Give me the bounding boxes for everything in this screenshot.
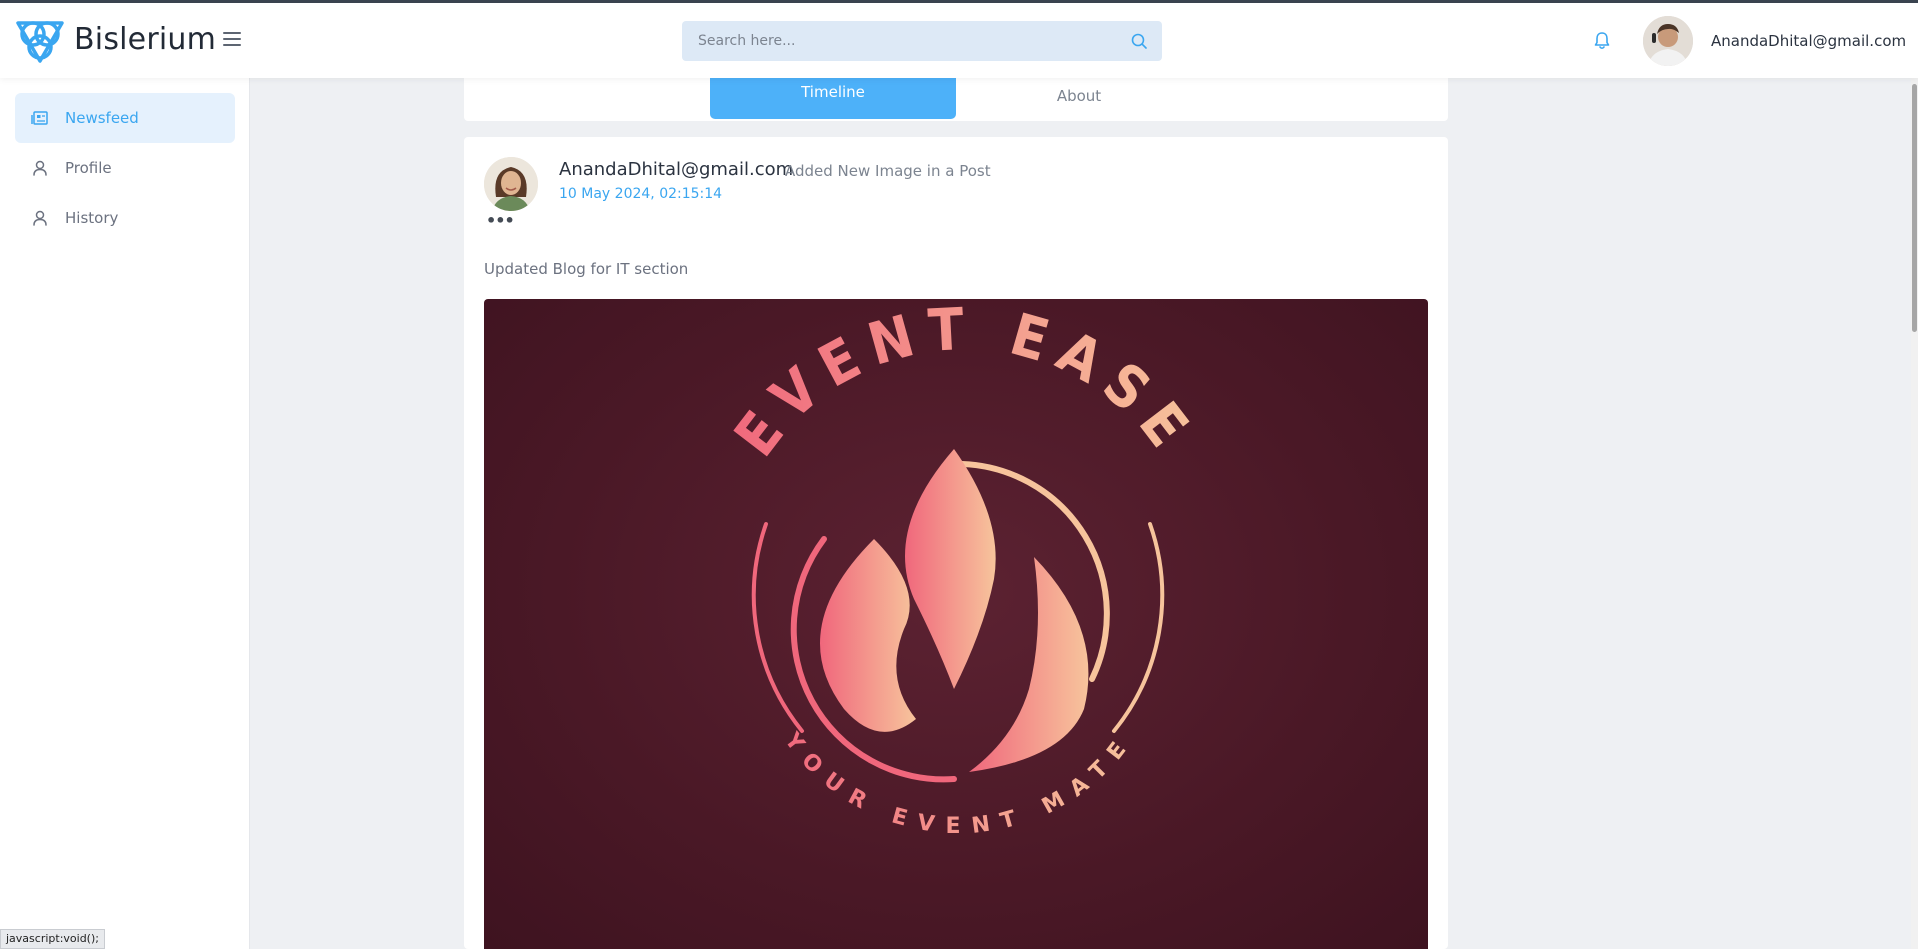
sidebar-item-newsfeed[interactable]: Newsfeed <box>15 93 235 143</box>
svg-text:YOUR EVENT MATE: YOUR EVENT MATE <box>779 727 1139 838</box>
menu-toggle-icon[interactable] <box>223 31 243 49</box>
sidebar-item-profile[interactable]: Profile <box>15 143 235 193</box>
user-icon <box>31 159 49 181</box>
post-author[interactable]: AnandaDhital@gmail.com <box>559 159 793 180</box>
brand-logo[interactable] <box>14 17 66 65</box>
sidebar-item-history[interactable]: History <box>15 193 235 243</box>
status-bar-link: javascript:void(); <box>0 929 105 949</box>
brand-name[interactable]: Bislerium <box>74 22 216 57</box>
post-card: AnandaDhital@gmail.com Added New Image i… <box>464 137 1448 949</box>
event-ease-logo: EVENT EASE YOUR EVENT MATE <box>721 299 1209 839</box>
avatar[interactable] <box>1643 16 1693 66</box>
top-header: Bislerium AnandaDhital@gmail.com <box>0 3 1918 78</box>
scrollbar-thumb[interactable] <box>1912 84 1917 332</box>
sidebar-item-label: Newsfeed <box>65 109 139 127</box>
search-bar <box>682 21 1162 61</box>
tab-about[interactable]: About <box>956 78 1202 121</box>
profile-tabs: Timeline About <box>464 74 1448 121</box>
svg-text:EVENT EASE: EVENT EASE <box>721 299 1209 469</box>
triangle-logo-icon <box>16 21 64 63</box>
search-input[interactable] <box>682 21 1122 61</box>
newspaper-icon <box>31 109 49 131</box>
sidebar-item-label: Profile <box>65 159 112 177</box>
sidebar: Newsfeed Profile History <box>0 78 250 949</box>
post-action: Added New Image in a Post <box>785 162 991 180</box>
tab-timeline[interactable]: Timeline <box>710 74 956 119</box>
user-icon <box>31 209 49 231</box>
post-text: Updated Blog for IT section <box>484 260 689 278</box>
post-date: 10 May 2024, 02:15:14 <box>559 186 723 202</box>
bell-icon[interactable] <box>1592 31 1612 55</box>
search-icon[interactable] <box>1130 32 1148 54</box>
post-image[interactable]: EVENT EASE YOUR EVENT MATE <box>484 299 1428 949</box>
more-options-icon[interactable]: ••• <box>486 211 515 230</box>
sidebar-item-label: History <box>65 209 119 227</box>
logo-tagline-text: YOUR EVENT MATE <box>779 727 1127 838</box>
logo-title-text: EVENT EASE <box>721 299 1197 469</box>
user-email[interactable]: AnandaDhital@gmail.com <box>1711 32 1906 50</box>
avatar[interactable] <box>484 157 538 211</box>
